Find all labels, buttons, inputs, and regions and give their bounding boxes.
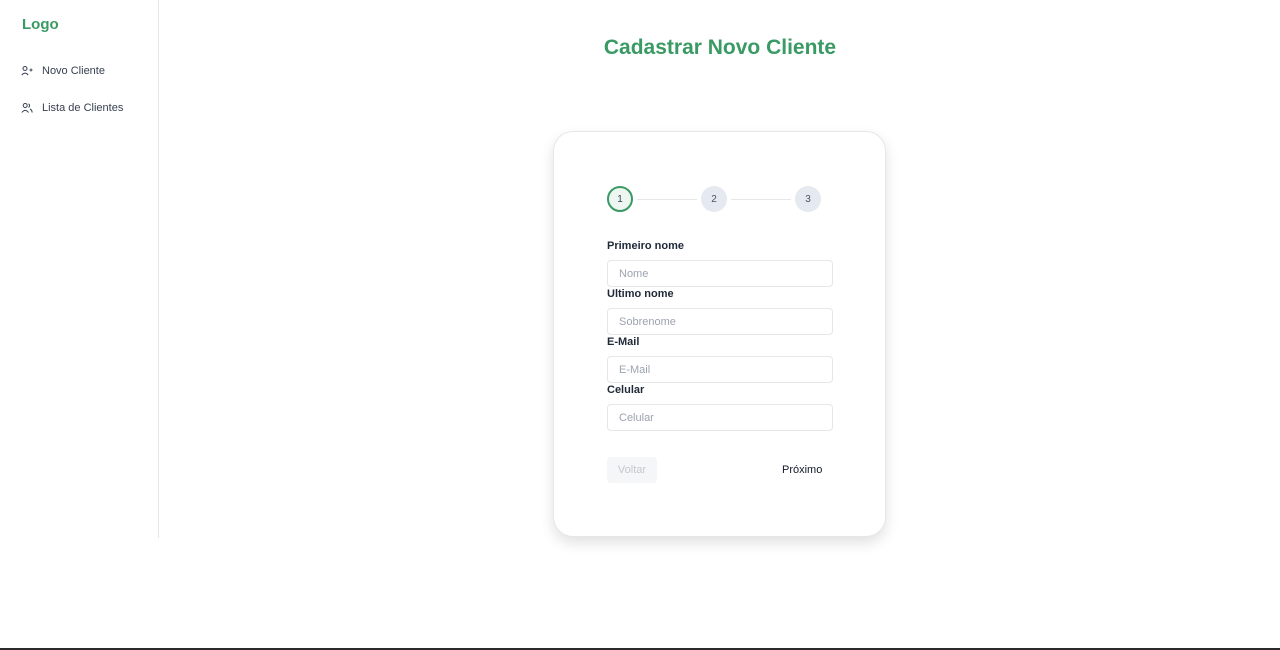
- step-2: 2: [701, 186, 727, 212]
- sidebar-item-novo-cliente[interactable]: Novo Cliente: [20, 64, 105, 78]
- users-icon: [20, 101, 34, 115]
- back-button[interactable]: Voltar: [607, 457, 657, 483]
- sidebar-item-lista-de-clientes[interactable]: Lista de Clientes: [20, 101, 123, 115]
- email-label: E-Mail: [607, 336, 640, 348]
- last-name-field[interactable]: [607, 308, 833, 335]
- sidebar: Logo Novo Cliente Lista de Clientes: [0, 0, 159, 538]
- first-name-field[interactable]: [607, 260, 833, 287]
- step-3: 3: [795, 186, 821, 212]
- sidebar-item-label: Lista de Clientes: [42, 102, 124, 114]
- phone-field[interactable]: [607, 404, 833, 431]
- next-button[interactable]: Próximo: [776, 457, 828, 483]
- stepper: 1 2 3: [607, 186, 823, 214]
- step-connector: [637, 199, 697, 200]
- logo[interactable]: Logo: [22, 16, 59, 33]
- step-connector: [731, 199, 791, 200]
- sidebar-item-label: Novo Cliente: [42, 65, 105, 77]
- phone-label: Celular: [607, 384, 645, 396]
- user-plus-icon: [20, 64, 34, 78]
- email-field[interactable]: [607, 356, 833, 383]
- app-root: Logo Novo Cliente Lista de Clientes Cada…: [0, 0, 1280, 650]
- last-name-label: Ultimo nome: [607, 288, 674, 300]
- step-1: 1: [607, 186, 633, 212]
- page-title: Cadastrar Novo Cliente: [603, 36, 837, 59]
- registration-card: 1 2 3 Primeiro nome Ultimo nome E-Mail C…: [553, 131, 886, 537]
- first-name-label: Primeiro nome: [607, 240, 685, 252]
